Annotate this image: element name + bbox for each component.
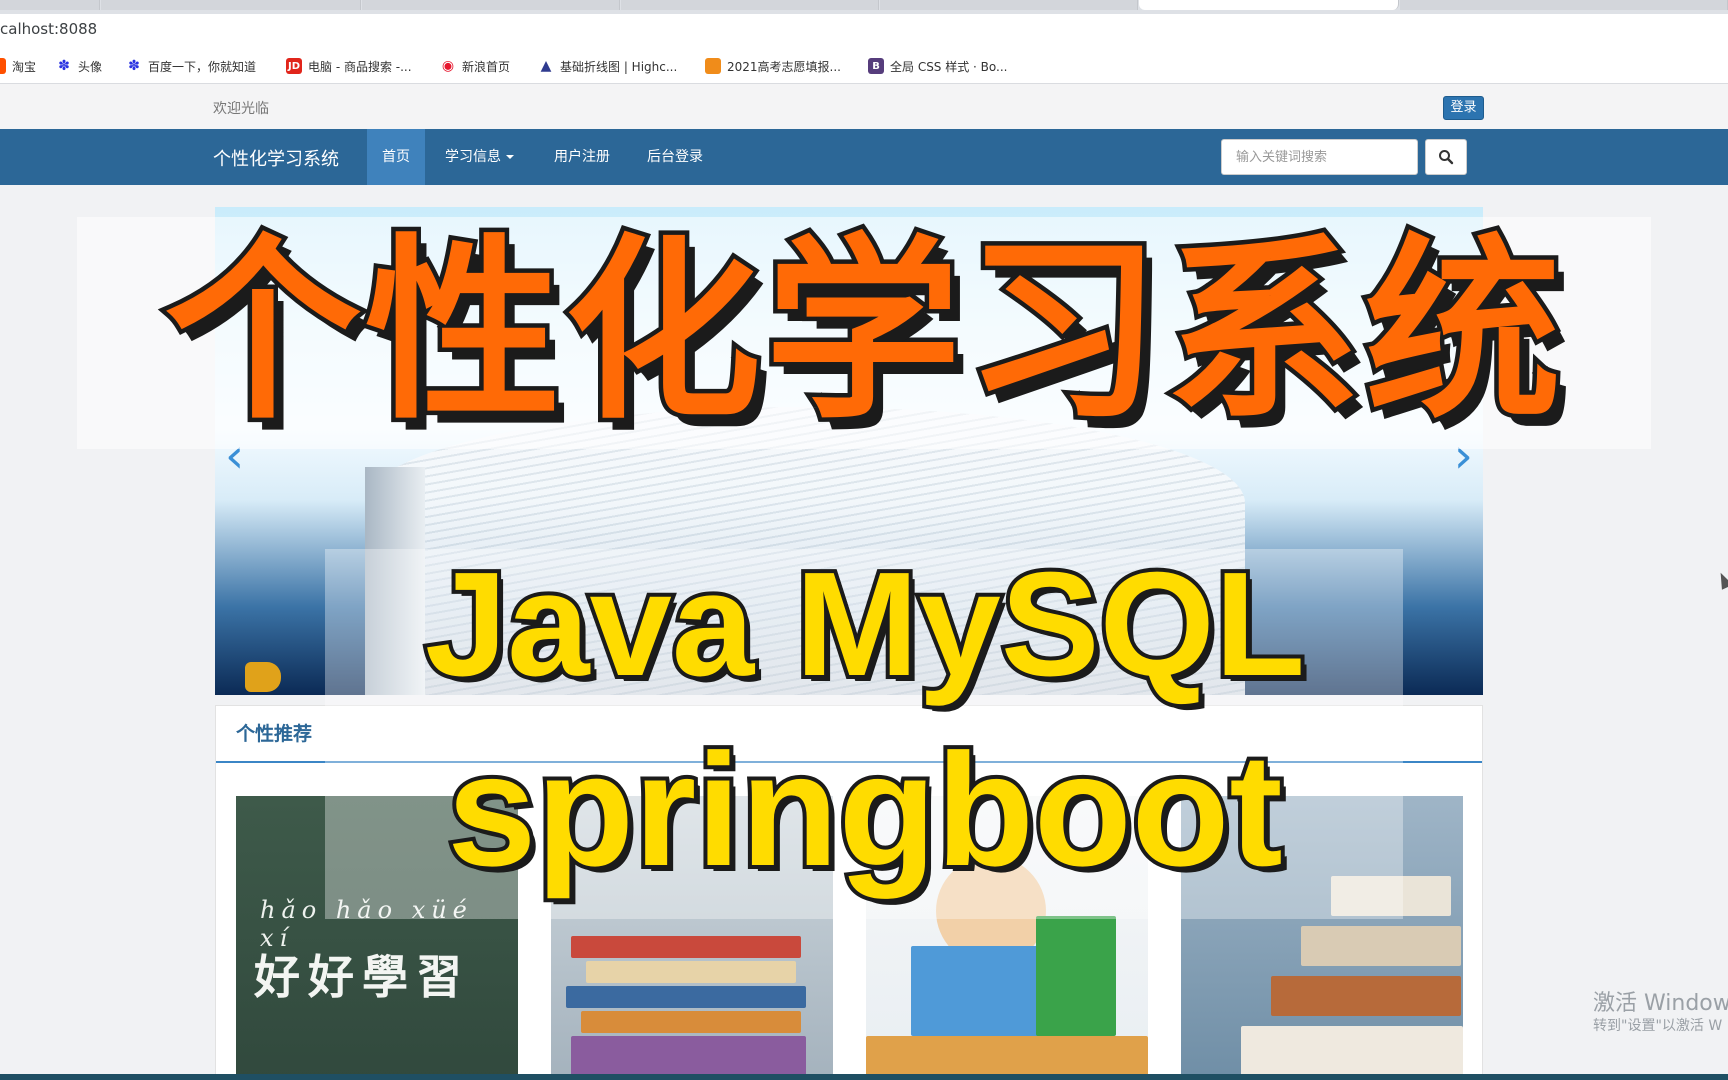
caret-down-icon	[506, 155, 514, 159]
search-input[interactable]	[1221, 139, 1418, 175]
mouse-cursor-icon	[1715, 570, 1728, 590]
card-chalkboard-text: 好好學習	[254, 950, 470, 1004]
bookmarks-bar: 淘宝 ✽ 头像 ✽ 百度一下，你就知道 JD 电脑 - 商品搜索 -... ◉ …	[0, 46, 1728, 84]
browser-tab[interactable]	[880, 0, 1138, 10]
book-stack-image	[581, 1011, 801, 1033]
bookmark-jd[interactable]: JD 电脑 - 商品搜索 -...	[286, 57, 412, 75]
top-bar: 欢迎光临 登录	[0, 84, 1728, 129]
nav-admin-login-label: 后台登录	[647, 149, 703, 165]
baidu-paw-icon: ✽	[128, 58, 140, 74]
book-stack-image	[1241, 1026, 1463, 1080]
browser-tab[interactable]	[362, 0, 620, 10]
overlay-title: 个性化学习系统	[160, 214, 1565, 451]
jd-icon: JD	[286, 58, 302, 74]
site-brand[interactable]: 个性化学习系统	[213, 145, 339, 171]
search-icon	[1439, 150, 1454, 165]
url-text[interactable]: calhost:8088	[0, 20, 97, 38]
book-stack-image	[1301, 926, 1461, 966]
nav-admin-login[interactable]: 后台登录	[632, 129, 718, 185]
bookmark-label: 2021高考志愿填报...	[727, 59, 841, 74]
address-bar[interactable]: calhost:8088	[0, 14, 1728, 46]
login-button[interactable]: 登录	[1443, 96, 1484, 120]
bookmark-label: 全局 CSS 样式 · Bo...	[890, 59, 1008, 74]
windows-activation-title: 激活 Windows	[1593, 991, 1728, 1016]
search-button[interactable]	[1425, 139, 1467, 175]
highcharts-icon: ▲	[540, 58, 552, 74]
green-book-image	[1036, 916, 1116, 1036]
bookmark-bootstrap[interactable]: B 全局 CSS 样式 · Bo...	[868, 57, 1008, 75]
nav-study-info-label: 学习信息	[445, 149, 501, 165]
browser-tab[interactable]	[0, 0, 100, 10]
taobao-icon	[0, 58, 6, 74]
gaokao-icon	[705, 58, 721, 74]
main-navbar: 个性化学习系统 首页 学习信息 用户注册 后台登录	[0, 129, 1728, 185]
bookmark-label: 淘宝	[12, 59, 37, 74]
welcome-text: 欢迎光临	[213, 101, 269, 117]
browser-tab[interactable]	[101, 0, 361, 10]
baidu-paw-icon: ✽	[58, 58, 70, 74]
windows-activation-subtitle: 转到"设置"以激活 W	[1593, 1018, 1723, 1034]
book-stack-image	[586, 961, 796, 983]
bookmark-label: 头像	[78, 59, 103, 74]
bootstrap-icon: B	[868, 58, 884, 74]
browser-tab-strip	[0, 0, 1728, 14]
nav-register[interactable]: 用户注册	[539, 129, 625, 185]
browser-tab[interactable]	[1400, 0, 1728, 10]
bookmark-label: 电脑 - 商品搜索 -...	[308, 59, 412, 74]
bookmark-label: 百度一下，你就知道	[148, 59, 257, 74]
browser-tab[interactable]	[621, 0, 879, 10]
bookmark-taobao[interactable]: 淘宝	[0, 57, 36, 75]
nav-home-label: 首页	[382, 149, 410, 165]
bookmark-baidu[interactable]: ✽ 百度一下，你就知道	[126, 57, 256, 75]
bookmark-label: 新浪首页	[462, 59, 511, 74]
overlay-tech-line-2: springboot	[443, 716, 1286, 903]
overlay-tech-line-1: Java MySQL	[421, 538, 1309, 711]
book-stack-image	[1271, 976, 1461, 1016]
taskbar	[0, 1074, 1728, 1080]
browser-tab-active[interactable]	[1139, 0, 1399, 10]
nav-home[interactable]: 首页	[367, 129, 425, 185]
book-stack-image	[571, 936, 801, 958]
book-stack-image	[566, 986, 806, 1008]
bookmark-highcharts[interactable]: ▲ 基础折线图 | Highc...	[538, 57, 678, 75]
bookmark-gaokao[interactable]: 2021高考志愿填报...	[705, 57, 841, 75]
bookmark-avatar[interactable]: ✽ 头像	[56, 57, 102, 75]
bookmark-label: 基础折线图 | Highc...	[560, 59, 678, 74]
nav-register-label: 用户注册	[554, 149, 610, 165]
nav-study-info[interactable]: 学习信息	[430, 129, 529, 185]
sina-weibo-icon: ◉	[440, 58, 456, 74]
book-stack-image	[571, 1036, 806, 1076]
bookmark-sina[interactable]: ◉ 新浪首页	[440, 57, 510, 75]
